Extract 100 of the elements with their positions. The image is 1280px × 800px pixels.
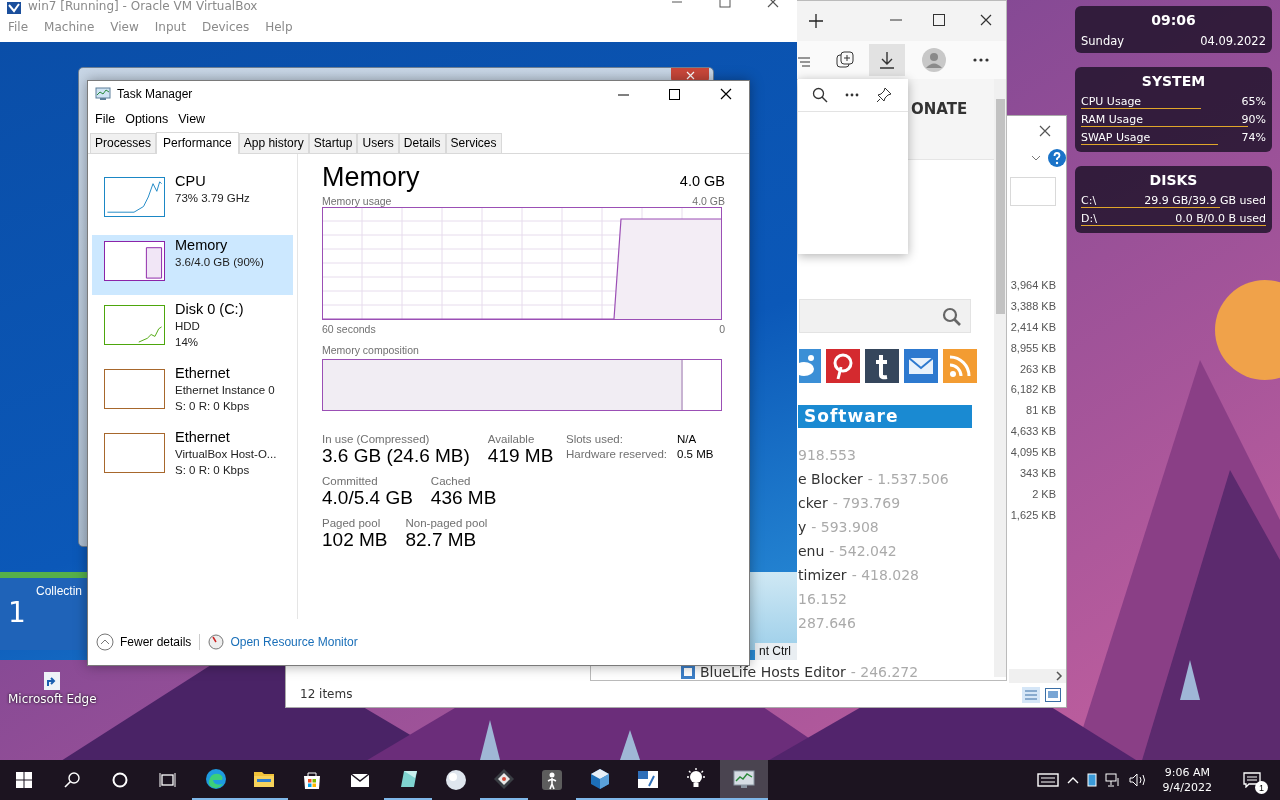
desktop-icon-label[interactable]: Microsoft Edge — [8, 692, 97, 706]
maximize-icon[interactable] — [669, 88, 680, 100]
clock[interactable]: 9:06 AM 9/4/2022 — [1154, 765, 1220, 795]
menu-item[interactable]: View — [173, 112, 211, 126]
resource-monitor-link[interactable]: Open Resource Monitor — [208, 634, 358, 650]
close-icon[interactable] — [1039, 125, 1051, 137]
device-item[interactable]: Memory 3.6/4.0 GB (90%) — [92, 235, 293, 295]
window-title: Task Manager — [117, 87, 193, 101]
scroll-right-icon[interactable] — [1055, 671, 1063, 681]
device-item[interactable]: CPU 73% 3.79 GHz — [92, 171, 293, 231]
tree-drawing — [480, 720, 500, 760]
stat-value: 3.6 GB (24.6 MB) — [322, 445, 470, 467]
total-label: 4.0 GB — [679, 173, 725, 189]
tile-number: 1 — [8, 596, 26, 629]
menu-item[interactable]: Options — [120, 112, 174, 126]
software-link[interactable]: y — [798, 519, 807, 535]
file-size: 1,625 KB — [1010, 507, 1056, 523]
device-info: Ethernet Instance 0 — [175, 383, 275, 398]
scroll-thumb[interactable] — [996, 99, 1005, 314]
tab[interactable]: Services — [445, 133, 502, 153]
section-heading: Software — [798, 405, 972, 428]
reddit-icon[interactable] — [799, 349, 821, 383]
search-field[interactable] — [799, 299, 971, 333]
info-label: Hardware reserved: — [566, 448, 667, 460]
keyboard-icon[interactable] — [1036, 772, 1059, 788]
file-size: 3,964 KB — [1010, 278, 1056, 293]
info-value: 0.5 MB — [677, 448, 714, 460]
tumblr-icon[interactable] — [865, 349, 899, 383]
figure-icon — [541, 769, 563, 791]
device-item[interactable]: Ethernet Ethernet Instance 0 S: 0 R: 0 Kbps — [92, 363, 293, 423]
tab[interactable]: Processes — [90, 133, 157, 153]
menu-item[interactable]: File — [90, 112, 121, 126]
close-icon[interactable] — [980, 14, 992, 26]
download-count: - 246.272 — [850, 664, 919, 680]
chevron-down-icon[interactable] — [1031, 155, 1041, 161]
ball-icon — [445, 769, 467, 791]
pinterest-icon[interactable] — [826, 349, 860, 383]
menu-item[interactable]: Machine — [40, 20, 107, 34]
software-link[interactable]: BlueLife Hosts Editor — [700, 664, 846, 680]
device-item[interactable]: Disk 0 (C:) HDD 14% — [92, 299, 293, 359]
fewer-details-button[interactable]: Fewer details — [96, 633, 192, 651]
file-size: 263 KB — [1019, 361, 1056, 377]
stat-value: 102 MB — [322, 529, 388, 551]
search-field[interactable] — [1010, 177, 1056, 206]
stat-label: Committed — [322, 475, 379, 487]
device-item[interactable]: Ethernet VirtualBox Host-O... S: 0 R: 0 Kbps — [92, 427, 293, 487]
download-icon — [879, 51, 895, 69]
close-icon[interactable] — [720, 88, 732, 100]
browser-icon — [205, 768, 227, 790]
mail-icon[interactable] — [904, 349, 938, 383]
device-info: 3.6/4.0 GB (90%) — [175, 255, 264, 270]
caret-up-icon[interactable] — [1066, 776, 1079, 784]
metric-value: 29.9 GB/39.9 GB used — [1144, 194, 1266, 207]
volume-icon[interactable] — [1128, 773, 1147, 787]
tab[interactable]: Users — [357, 133, 399, 153]
status-text: 12 items — [300, 687, 353, 701]
software-link[interactable]: timizer — [798, 567, 847, 583]
menu-item[interactable]: File — [4, 20, 41, 34]
more-icon[interactable] — [973, 58, 989, 62]
software-link[interactable]: cker — [798, 495, 828, 511]
menu-item[interactable]: Help — [261, 20, 305, 34]
task-view-icon — [159, 772, 177, 788]
network-icon[interactable] — [1104, 773, 1121, 787]
download-count: 16.152 — [798, 591, 847, 607]
taskbar-app[interactable] — [720, 760, 768, 800]
metric-value: 74% — [1241, 131, 1266, 144]
graph-label: Memory composition — [322, 344, 419, 356]
widget-title: SYSTEM — [1140, 72, 1207, 91]
preview-view-icon[interactable] — [1045, 688, 1061, 702]
host-key-label: nt Ctrl — [755, 643, 797, 660]
gauge-icon — [208, 634, 225, 650]
file-size: 2 KB — [1032, 486, 1056, 502]
download-button[interactable] — [869, 44, 905, 76]
profile-avatar[interactable] — [922, 48, 946, 72]
tab[interactable]: Details — [398, 133, 446, 153]
tab[interactable]: Startup — [308, 133, 358, 153]
more-icon[interactable] — [845, 93, 859, 97]
tab[interactable]: Performance — [156, 132, 239, 154]
pin-icon[interactable] — [876, 87, 892, 103]
search-icon[interactable] — [812, 87, 828, 103]
tab[interactable]: App history — [238, 133, 309, 153]
software-link[interactable]: enu — [798, 543, 825, 559]
new-tab-icon[interactable] — [809, 14, 823, 28]
menu-item[interactable]: Input — [150, 20, 198, 34]
search-icon — [64, 772, 80, 788]
help-icon[interactable] — [1048, 149, 1066, 167]
device-name: Disk 0 (C:) — [175, 301, 244, 318]
graph-max-label: 4.0 GB — [692, 195, 725, 207]
notification-button[interactable]: 1 — [1228, 760, 1276, 800]
menu-item[interactable]: Devices — [197, 20, 262, 34]
software-link[interactable]: e Blocker — [798, 471, 863, 487]
maximize-icon[interactable] — [933, 14, 945, 26]
device-icon[interactable] — [1086, 773, 1097, 787]
download-count: - 542.042 — [829, 543, 897, 559]
collections-icon[interactable] — [836, 51, 854, 69]
info-label: Slots used: — [566, 433, 624, 445]
file-size: 343 KB — [1019, 466, 1056, 481]
shortcut-icon[interactable] — [44, 672, 61, 690]
menu-item[interactable]: View — [106, 20, 151, 34]
metric-label: CPU Usage — [1081, 95, 1142, 108]
